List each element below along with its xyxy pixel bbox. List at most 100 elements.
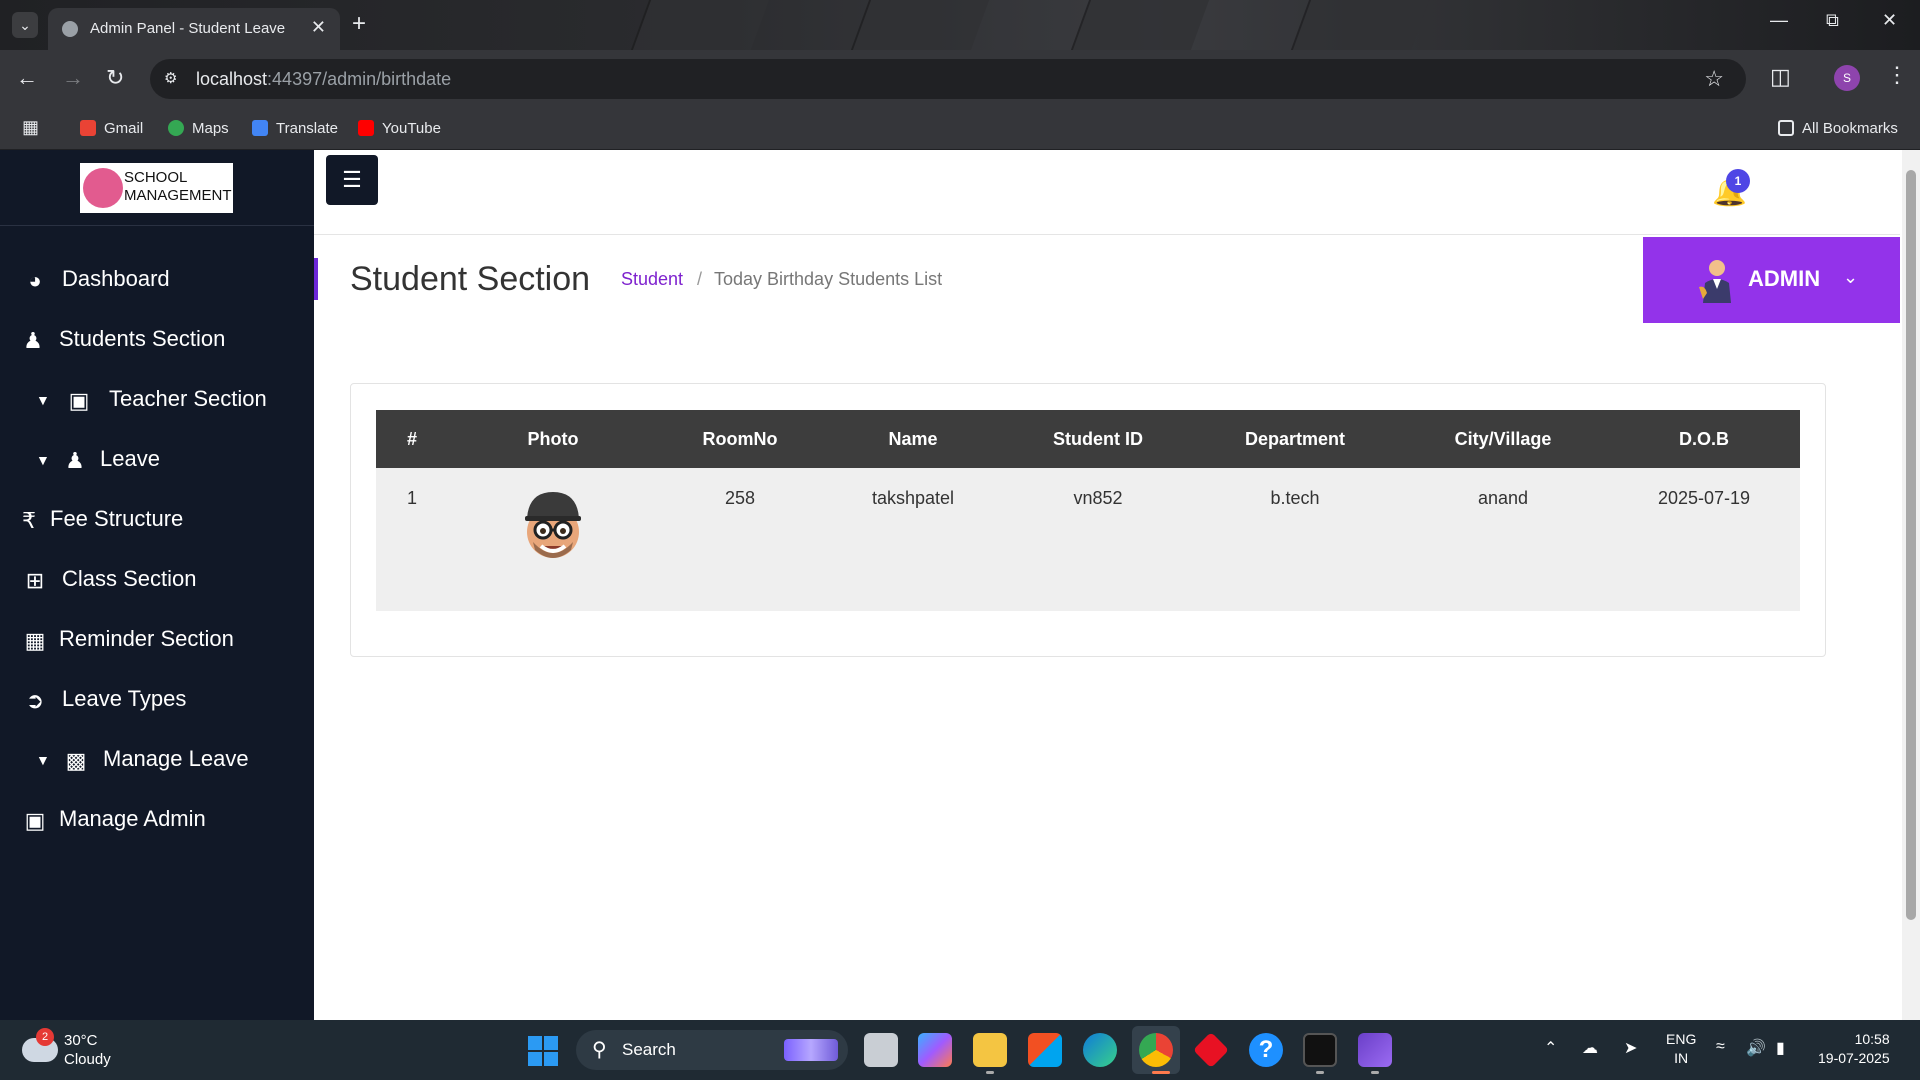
sidebar-item-leave-types[interactable]: ➲ Leave Types: [0, 678, 314, 722]
forward-arrow-icon[interactable]: →: [62, 65, 84, 91]
extensions-puzzle-icon[interactable]: ◫: [1770, 64, 1791, 90]
restore-icon[interactable]: ⧉: [1826, 10, 1839, 31]
cell-dob: 2025-07-19: [1657, 488, 1751, 508]
clock-date: 19-07-2025: [1818, 1050, 1890, 1066]
all-bookmarks[interactable]: All Bookmarks: [1778, 120, 1898, 137]
back-arrow-icon[interactable]: ←: [16, 65, 38, 91]
hamburger-menu-icon[interactable]: ☰: [326, 155, 378, 205]
chrome-icon[interactable]: [1139, 1033, 1173, 1067]
cell-number: 1: [406, 488, 417, 508]
url-host: localhost: [196, 69, 268, 89]
sidebar-item-manage-leave[interactable]: ▼ ▩ Manage Leave: [0, 738, 314, 782]
sidebar-item-students-section[interactable]: ♟ Students Section: [0, 318, 314, 362]
volume-icon[interactable]: 🔊: [1746, 1038, 1766, 1058]
sidebar-item-leave[interactable]: ▼ ♟ Leave: [0, 438, 314, 482]
bookmark-translate[interactable]: Translate: [252, 120, 338, 137]
battery-icon[interactable]: ▮: [1776, 1038, 1785, 1058]
breadcrumb-link-student[interactable]: Student: [621, 269, 683, 290]
breadcrumb-current: Today Birthday Students List: [714, 269, 943, 289]
admin-label: ADMIN: [1748, 266, 1821, 291]
reload-icon[interactable]: ↻: [106, 65, 124, 91]
address-bar[interactable]: ⚙ localhost:44397/admin/birthdate ☆: [150, 59, 1746, 99]
windows-taskbar: 2 30°C Cloudy ⚲ Search ? ⌃ ☁ ➤ ENG IN ≈ 🔊…: [0, 1020, 1920, 1080]
tab-title: Admin Panel - Student Leave: [90, 20, 286, 37]
chevron-down-icon: ⌄: [1843, 267, 1859, 287]
birthday-students-card: # Photo RoomNo Name Student ID Departmen…: [350, 383, 1826, 657]
sidebar-item-reminder-section[interactable]: ▦ Reminder Section: [0, 618, 314, 662]
sidebar-item-dashboard[interactable]: ◕ Dashboard: [0, 258, 314, 302]
sidebar-item-label: Teacher Section: [109, 386, 267, 411]
tab-search-chevron-icon[interactable]: ⌄: [12, 12, 38, 38]
web-page: SCHOOL MANAGEMENT ◕ Dashboard ♟ Students …: [0, 150, 1920, 1020]
help-icon[interactable]: ?: [1249, 1033, 1283, 1067]
sidebar-item-teacher-section[interactable]: ▼ ▣ Teacher Section: [0, 378, 314, 422]
task-view-icon[interactable]: [864, 1033, 898, 1067]
sidebar-item-class-section[interactable]: ⊞ Class Section: [0, 558, 314, 602]
column-header-dob: D.O.B: [1678, 428, 1729, 449]
cell-name: takshpatel: [871, 488, 955, 508]
sidebar-item-fee-structure[interactable]: ₹ Fee Structure: [0, 498, 314, 542]
app-running-indicator: [1316, 1071, 1324, 1074]
table-row: 1 258 takshpatel vn852 b.tech anand 2025…: [376, 468, 1800, 611]
site-info-icon[interactable]: ⚙: [164, 69, 182, 87]
bookmarks-bar: ▦ Gmail Maps Translate YouTube All Bookm…: [0, 108, 1920, 150]
terminal-app-icon[interactable]: [1303, 1033, 1337, 1067]
bookmark-maps[interactable]: Maps: [168, 120, 229, 137]
all-bookmarks-label: All Bookmarks: [1802, 120, 1898, 137]
maps-pin-icon: [168, 120, 184, 136]
microsoft-store-icon[interactable]: [1028, 1033, 1062, 1067]
wallpaper-decoration: [1070, 0, 1210, 50]
column-header-name: Name: [888, 428, 938, 449]
briefcase-icon: ▩: [65, 748, 87, 773]
column-header-department: Department: [1244, 428, 1346, 449]
onedrive-cloud-icon[interactable]: ☁: [1582, 1038, 1598, 1058]
logo-line-1: SCHOOL: [124, 169, 188, 186]
taskbar-search[interactable]: ⚲ Search: [576, 1030, 848, 1070]
logo-emblem-icon: [83, 168, 123, 208]
system-clock[interactable]: 10:58 19-07-2025: [1818, 1030, 1890, 1068]
column-header-photo: Photo: [527, 428, 579, 449]
browser-tab-active[interactable]: Admin Panel - Student Leave ✕: [48, 8, 340, 50]
admin-dropdown[interactable]: ADMIN ⌄: [1643, 237, 1900, 323]
header-accent-bar: [314, 258, 318, 300]
file-explorer-icon[interactable]: [973, 1033, 1007, 1067]
logo-line-2: MANAGEMENT: [124, 187, 232, 204]
bookmark-gmail[interactable]: Gmail: [80, 120, 143, 137]
visual-studio-icon[interactable]: [1358, 1033, 1392, 1067]
calendar-icon: ▦: [24, 628, 46, 653]
show-hidden-icons-chevron-icon[interactable]: ⌃: [1544, 1038, 1557, 1058]
sidebar-item-label: Students Section: [59, 326, 226, 351]
window-close-icon[interactable]: ✕: [1882, 10, 1897, 31]
browser-menu-icon[interactable]: ⋮: [1886, 62, 1908, 88]
apps-grid-icon[interactable]: ▦: [22, 117, 39, 138]
bookmark-star-icon[interactable]: ☆: [1704, 66, 1724, 92]
browser-tab-bar: ⌄ Admin Panel - Student Leave ✕ + — ⧉ ✕: [0, 0, 1920, 50]
profile-avatar[interactable]: S: [1834, 65, 1860, 91]
location-arrow-icon[interactable]: ➤: [1624, 1038, 1637, 1058]
new-tab-plus-icon[interactable]: +: [352, 10, 366, 38]
input-language[interactable]: ENG IN: [1666, 1030, 1696, 1068]
url-text[interactable]: localhost:44397/admin/birthdate: [196, 69, 451, 90]
language-region: IN: [1674, 1050, 1689, 1066]
edge-browser-icon[interactable]: [1083, 1033, 1117, 1067]
bookmark-label: Translate: [276, 120, 338, 137]
copilot-icon[interactable]: [918, 1033, 952, 1067]
sidebar-item-label: Reminder Section: [59, 626, 234, 651]
scrollbar-thumb[interactable]: [1906, 170, 1916, 920]
app-running-indicator: [986, 1071, 994, 1074]
bookmark-youtube[interactable]: YouTube: [358, 120, 441, 137]
logo-text: SCHOOL MANAGEMENT: [124, 169, 232, 205]
birthday-students-table: # Photo RoomNo Name Student ID Departmen…: [376, 410, 1800, 611]
admin-avatar-icon: [1699, 260, 1731, 303]
close-tab-icon[interactable]: ✕: [311, 17, 326, 38]
wifi-icon[interactable]: ≈: [1716, 1038, 1725, 1056]
bookmark-label: Maps: [192, 120, 229, 137]
sidebar-item-manage-admin[interactable]: ▣ Manage Admin: [0, 798, 314, 842]
school-logo[interactable]: SCHOOL MANAGEMENT: [80, 163, 233, 213]
windows-start-icon[interactable]: [528, 1036, 558, 1066]
page-scrollbar[interactable]: [1902, 150, 1920, 1020]
minimize-icon[interactable]: —: [1770, 10, 1788, 31]
anydesk-icon[interactable]: [1192, 1031, 1230, 1069]
cell-roomno: 258: [724, 488, 756, 508]
column-header-student-id: Student ID: [1053, 428, 1143, 449]
